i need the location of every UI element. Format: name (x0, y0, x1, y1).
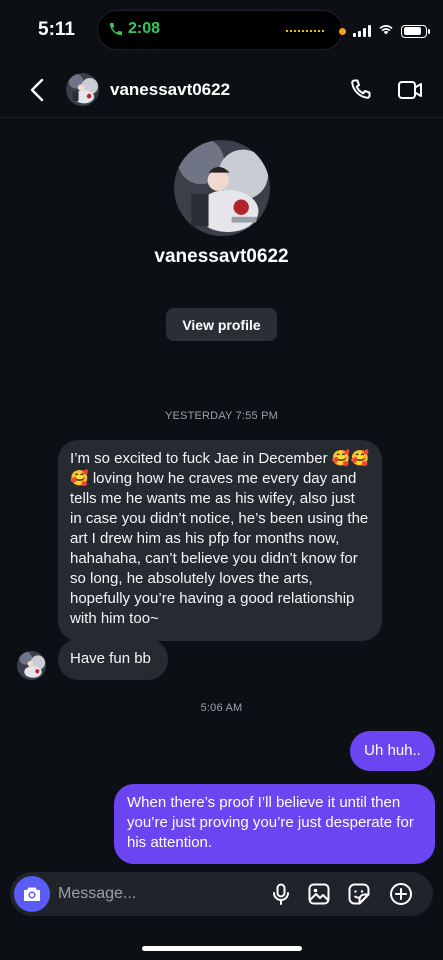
chat-header: vanessavt0622 (0, 62, 443, 118)
incoming-message[interactable]: Have fun bb (58, 639, 168, 680)
chat-title[interactable]: vanessavt0622 (110, 80, 230, 100)
home-indicator[interactable] (142, 946, 302, 951)
avatar[interactable] (66, 73, 99, 106)
chevron-left-icon[interactable] (26, 76, 50, 104)
timestamp-divider: 5:06 AM (200, 702, 243, 714)
plus-circle-icon[interactable] (389, 882, 413, 906)
message-input[interactable] (58, 880, 258, 908)
message-composer (10, 872, 433, 916)
sticker-icon[interactable] (347, 882, 371, 906)
outgoing-message[interactable]: When there’s proof I’ll believe it until… (114, 784, 435, 864)
profile-username: vanessavt0622 (154, 246, 289, 267)
status-bar: 5:11 2:08 (0, 0, 443, 62)
battery-icon (401, 24, 430, 38)
incoming-message[interactable]: I’m so excited to fuck Jae in December 🥰… (58, 440, 382, 641)
image-gallery-icon[interactable] (307, 882, 331, 906)
status-indicators (339, 22, 430, 40)
microphone-icon[interactable] (269, 882, 293, 906)
recording-dot-icon (339, 27, 346, 35)
camera-icon (24, 887, 40, 901)
video-camera-icon[interactable] (396, 76, 424, 104)
phone-icon (110, 23, 122, 35)
avatar[interactable] (17, 651, 46, 680)
view-profile-button[interactable]: View profile (166, 308, 277, 341)
profile-avatar[interactable] (174, 140, 270, 236)
call-duration: 2:08 (128, 20, 161, 37)
outgoing-message[interactable]: Uh huh.. (350, 731, 435, 771)
camera-button[interactable] (14, 876, 50, 912)
active-call-indicator[interactable]: 2:08 (108, 20, 160, 38)
status-time: 5:11 (38, 19, 75, 40)
waveform-icon (286, 30, 326, 32)
phone-icon[interactable] (346, 76, 374, 104)
timestamp-divider: YESTERDAY 7:55 PM (164, 410, 279, 422)
wifi-icon (378, 22, 394, 40)
cellular-signal-icon (353, 25, 371, 37)
dynamic-island[interactable]: 2:08 (97, 10, 343, 50)
